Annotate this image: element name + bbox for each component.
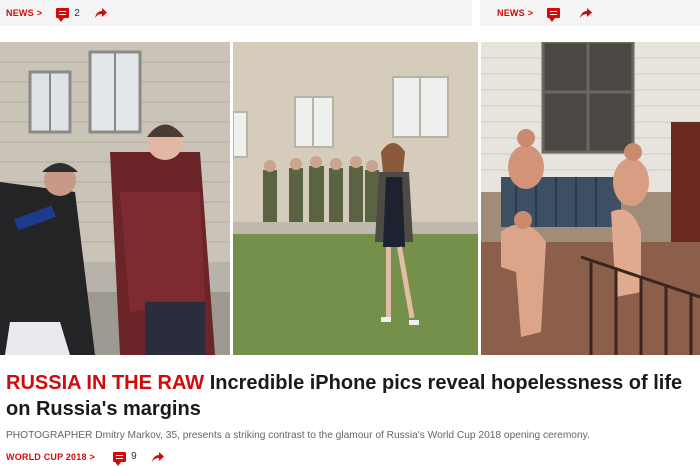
article-standfirst: PHOTOGRAPHER Dmitry Markov, 35, presents… [6, 430, 590, 441]
photo-bathhouse[interactable] [481, 42, 700, 355]
top-bar: NEWS > 2 NEWS > [0, 0, 700, 26]
photo-soldiers-girl[interactable] [233, 42, 478, 355]
next-article-meta: NEWS > [497, 0, 593, 26]
channel-label: WORLD CUP 2018 [6, 451, 87, 462]
comment-count: 9 [131, 451, 137, 462]
comment-icon [547, 8, 561, 22]
share-arrow-icon[interactable] [94, 7, 108, 19]
chevron-right-icon: > [36, 8, 43, 18]
channel-link-news[interactable]: NEWS > [6, 8, 42, 18]
comment-icon [113, 451, 127, 466]
comments-link[interactable] [547, 8, 565, 22]
chevron-right-icon: > [527, 8, 534, 18]
chevron-right-icon: > [89, 451, 96, 462]
comments-link[interactable]: 2 [56, 7, 80, 22]
share-arrow-icon[interactable] [151, 451, 165, 463]
article-image-strip[interactable] [0, 42, 700, 355]
comments-link[interactable]: 9 [113, 451, 137, 466]
channel-label: NEWS [6, 8, 34, 18]
share-arrow-icon[interactable] [579, 7, 593, 19]
column-divider [472, 0, 480, 26]
comment-count: 2 [74, 7, 80, 19]
headline-kicker: RUSSIA IN THE RAW [6, 372, 205, 394]
prev-article-meta: NEWS > 2 [6, 0, 108, 26]
article-meta: WORLD CUP 2018 > 9 [6, 447, 165, 466]
channel-link-news[interactable]: NEWS > [497, 8, 533, 18]
article-headline[interactable]: RUSSIA IN THE RAW Incredible iPhone pics… [6, 370, 696, 422]
channel-label: NEWS [497, 8, 525, 18]
comment-icon [56, 8, 70, 22]
photo-street-scene[interactable] [0, 42, 230, 355]
channel-link-world-cup[interactable]: WORLD CUP 2018 > [6, 452, 95, 462]
